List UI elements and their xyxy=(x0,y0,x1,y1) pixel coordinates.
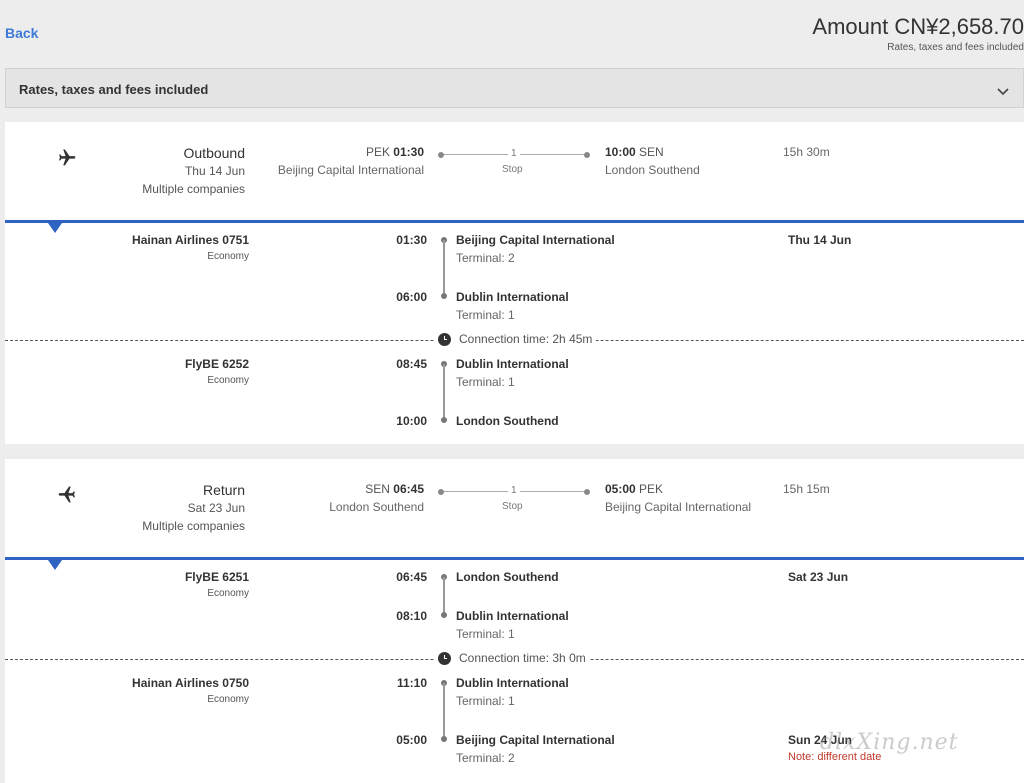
flight-number: FlyBE 6251 xyxy=(184,570,249,584)
segment-arrival-terminal: Terminal: 1 xyxy=(456,627,515,641)
timeline-dot xyxy=(441,417,447,423)
amount-subtext: Rates, taxes and fees included xyxy=(887,42,1024,53)
cabin-class: Economy xyxy=(207,588,249,599)
section-divider xyxy=(5,220,1024,223)
departure-airport: London Southend xyxy=(329,500,424,514)
segment-departure-airport: Dublin International xyxy=(456,676,569,690)
trip-duration: 15h 15m xyxy=(783,482,830,496)
segment-arrival-airport: London Southend xyxy=(456,414,559,428)
arrival-airport: London Southend xyxy=(605,163,700,177)
timeline-dot xyxy=(441,612,447,618)
segment-departure-time: 06:45 xyxy=(396,570,427,584)
plane-icon xyxy=(57,484,77,509)
outbound-card: Outbound Thu 14 Jun Multiple companies P… xyxy=(5,122,1024,444)
chevron-down-icon[interactable] xyxy=(997,83,1009,101)
segment-arrival-time: 05:00 xyxy=(396,733,427,747)
rates-accordion-label: Rates, taxes and fees included xyxy=(19,82,209,97)
segment-arrival-airport: Dublin International xyxy=(456,290,569,304)
segment-departure-airport: Beijing Capital International xyxy=(456,233,615,247)
connection-info: Connection time: 3h 0m xyxy=(434,651,590,665)
segment-departure-time: 01:30 xyxy=(396,233,427,247)
expand-indicator-icon xyxy=(48,223,62,233)
cabin-class: Economy xyxy=(207,694,249,705)
segment-departure-airport: London Southend xyxy=(456,570,559,584)
timeline-line xyxy=(443,364,445,420)
stop-count: 1 xyxy=(508,148,520,159)
flight-number: Hainan Airlines 0750 xyxy=(132,676,249,690)
direction-title: Outbound xyxy=(183,145,246,161)
arrival-time-code: 05:00 PEK xyxy=(605,482,664,496)
segment-departure-time: 11:10 xyxy=(396,676,427,690)
segment-arrival-airport: Dublin International xyxy=(456,609,569,623)
back-link[interactable]: Back xyxy=(5,25,38,41)
stop-label: Stop xyxy=(502,164,523,175)
direction-date: Sat 23 Jun xyxy=(187,501,245,515)
stop-line: 1 xyxy=(438,148,590,159)
direction-companies: Multiple companies xyxy=(142,182,245,196)
clock-icon xyxy=(438,651,451,665)
direction-date: Thu 14 Jun xyxy=(184,164,245,178)
timeline-dot xyxy=(441,736,447,742)
outbound-summary[interactable]: Outbound Thu 14 Jun Multiple companies P… xyxy=(5,122,1024,220)
arrival-airport: Beijing Capital International xyxy=(605,500,752,514)
trip-duration: 15h 30m xyxy=(783,145,830,159)
watermark: dlxXing.net xyxy=(820,730,959,755)
stop-count: 1 xyxy=(508,485,520,496)
departure-code-time: PEK 01:30 xyxy=(365,145,424,159)
flight-number: FlyBE 6252 xyxy=(184,357,249,371)
segment-date: Thu 14 Jun xyxy=(788,233,852,247)
segment-arrival-time: 08:10 xyxy=(396,609,427,623)
arrival-time-code: 10:00 SEN xyxy=(605,145,664,159)
timeline-line xyxy=(443,240,445,296)
section-divider xyxy=(5,557,1024,560)
segment-departure-terminal: Terminal: 1 xyxy=(456,375,515,389)
departure-code-time: SEN 06:45 xyxy=(365,482,424,496)
connection-info: Connection time: 2h 45m xyxy=(434,332,597,346)
segment-date: Sat 23 Jun xyxy=(788,570,849,584)
rates-accordion[interactable]: Rates, taxes and fees included xyxy=(5,68,1024,108)
flight-number: Hainan Airlines 0751 xyxy=(132,233,249,247)
segment-arrival-terminal: Terminal: 1 xyxy=(456,308,515,322)
segment-departure-terminal: Terminal: 2 xyxy=(456,251,515,265)
timeline-dot xyxy=(441,293,447,299)
plane-icon xyxy=(57,147,77,172)
connection-time: Connection time: 3h 0m xyxy=(459,651,586,665)
segment-departure-terminal: Terminal: 1 xyxy=(456,694,515,708)
timeline-line xyxy=(443,683,445,739)
segment-arrival-airport: Beijing Capital International xyxy=(456,733,615,747)
connection-time: Connection time: 2h 45m xyxy=(459,332,593,346)
segment-arrival-time: 06:00 xyxy=(396,290,427,304)
segment-arrival-terminal: Terminal: 2 xyxy=(456,751,515,765)
cabin-class: Economy xyxy=(207,251,249,262)
segment-arrival-time: 10:00 xyxy=(396,414,427,428)
timeline-line xyxy=(443,577,445,615)
clock-icon xyxy=(438,332,451,346)
expand-indicator-icon xyxy=(48,560,62,570)
direction-companies: Multiple companies xyxy=(142,519,245,533)
stop-line: 1 xyxy=(438,485,590,496)
stop-label: Stop xyxy=(502,501,523,512)
amount-value: Amount CN¥2,658.70 xyxy=(812,14,1024,39)
departure-airport: Beijing Capital International xyxy=(277,163,424,177)
segment-departure-time: 08:45 xyxy=(396,357,427,371)
segment-departure-airport: Dublin International xyxy=(456,357,569,371)
return-summary[interactable]: Return Sat 23 Jun Multiple companies SEN… xyxy=(5,459,1024,557)
amount-summary: Amount CN¥2,658.70 Rates, taxes and fees… xyxy=(812,14,1024,53)
cabin-class: Economy xyxy=(207,375,249,386)
direction-title: Return xyxy=(202,482,245,498)
